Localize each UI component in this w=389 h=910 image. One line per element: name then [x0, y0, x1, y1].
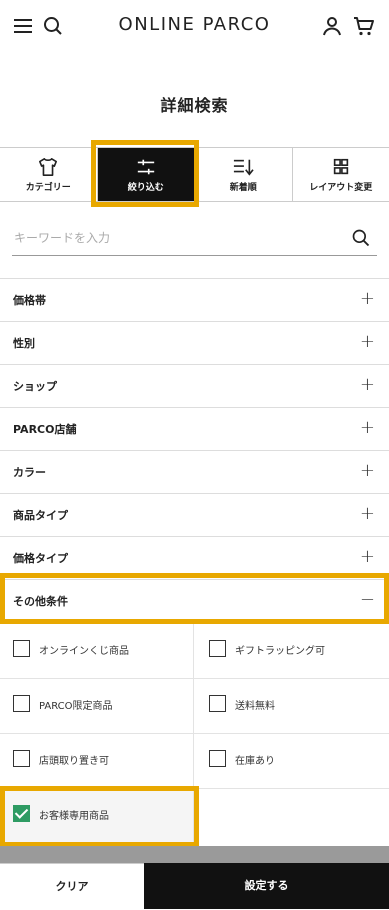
tab-filter[interactable]: 絞り込む	[98, 148, 196, 201]
accordion-parco-store[interactable]: PARCO店舗 +	[0, 408, 389, 451]
checkbox[interactable]	[209, 695, 226, 712]
option-label: オンラインくじ商品	[39, 642, 129, 657]
option-in-stock[interactable]: 在庫あり	[194, 734, 389, 789]
accordion-price-range[interactable]: 価格帯 +	[0, 279, 389, 322]
app-header: ONLINE PARCO	[0, 0, 389, 53]
search-icon[interactable]	[351, 228, 371, 248]
accordion-label: 価格タイプ	[13, 550, 68, 566]
tab-category-label: カテゴリー	[0, 180, 97, 193]
apply-button[interactable]: 設定する	[144, 863, 389, 909]
option-label: ギフトラッピング可	[235, 642, 325, 657]
accordion-label: 価格帯	[13, 292, 46, 308]
tab-bar: カテゴリー 絞り込む 新着順 レイアウト変更	[0, 147, 389, 202]
tab-layout[interactable]: レイアウト変更	[293, 148, 389, 201]
filter-sliders-icon	[135, 157, 157, 177]
sort-icon	[232, 157, 254, 177]
accordion-label: ショップ	[13, 378, 57, 394]
option-label: お客様専用商品	[39, 807, 109, 822]
expand-plus-icon: +	[360, 417, 375, 438]
option-store-pickup[interactable]: 店頭取り置き可	[0, 734, 194, 789]
keyword-input[interactable]	[12, 222, 336, 254]
option-free-shipping[interactable]: 送料無料	[194, 679, 389, 734]
checkbox[interactable]	[209, 640, 226, 657]
expand-plus-icon: +	[360, 503, 375, 524]
tab-sort[interactable]: 新着順	[195, 148, 293, 201]
overlay-strip	[0, 846, 389, 863]
cart-icon[interactable]	[352, 14, 376, 38]
expand-plus-icon: +	[360, 374, 375, 395]
keyword-search	[12, 222, 377, 256]
option-label: PARCO限定商品	[39, 697, 113, 712]
checkbox-checked[interactable]	[13, 805, 30, 822]
option-label: 店頭取り置き可	[39, 752, 109, 767]
tshirt-icon	[37, 157, 59, 177]
bottom-action-bar: クリア 設定する	[0, 863, 389, 909]
accordion-label: 性別	[13, 335, 35, 351]
accordion-label: その他条件	[13, 593, 68, 609]
expand-plus-icon: +	[360, 288, 375, 309]
accordion-label: カラー	[13, 464, 46, 480]
option-label: 送料無料	[235, 697, 275, 712]
expand-plus-icon: +	[360, 460, 375, 481]
checkbox[interactable]	[13, 695, 30, 712]
option-customer-exclusive[interactable]: お客様専用商品	[0, 789, 194, 844]
tab-layout-label: レイアウト変更	[293, 180, 389, 193]
accordion-label: 商品タイプ	[13, 507, 68, 523]
account-icon[interactable]	[320, 14, 344, 38]
accordion-color[interactable]: カラー +	[0, 451, 389, 494]
grid-icon	[330, 157, 352, 177]
accordion-gender[interactable]: 性別 +	[0, 322, 389, 365]
other-conditions-options: オンラインくじ商品 ギフトラッピング可 PARCO限定商品 送料無料 店頭取り置…	[0, 624, 389, 844]
tab-sort-label: 新着順	[195, 180, 292, 193]
accordion-price-type[interactable]: 価格タイプ +	[0, 537, 389, 580]
accordion-other-conditions[interactable]: その他条件 −	[0, 580, 389, 623]
accordion-product-type[interactable]: 商品タイプ +	[0, 494, 389, 537]
checkbox[interactable]	[13, 640, 30, 657]
expand-plus-icon: +	[360, 546, 375, 567]
option-online-lottery[interactable]: オンラインくじ商品	[0, 624, 194, 679]
checkbox[interactable]	[13, 750, 30, 767]
accordion-label: PARCO店舗	[13, 421, 76, 437]
tab-filter-label: 絞り込む	[98, 180, 195, 193]
filter-accordion: 価格帯 + 性別 + ショップ + PARCO店舗 + カラー + 商品タイプ …	[0, 278, 389, 623]
option-parco-limited[interactable]: PARCO限定商品	[0, 679, 194, 734]
accordion-shop[interactable]: ショップ +	[0, 365, 389, 408]
clear-button[interactable]: クリア	[0, 863, 144, 909]
page-title: 詳細検索	[0, 92, 389, 116]
checkbox[interactable]	[209, 750, 226, 767]
tab-category[interactable]: カテゴリー	[0, 148, 98, 201]
expand-plus-icon: +	[360, 331, 375, 352]
option-gift-wrapping[interactable]: ギフトラッピング可	[194, 624, 389, 679]
option-empty-cell	[194, 789, 389, 843]
option-label: 在庫あり	[235, 752, 275, 767]
collapse-minus-icon: −	[360, 589, 375, 610]
